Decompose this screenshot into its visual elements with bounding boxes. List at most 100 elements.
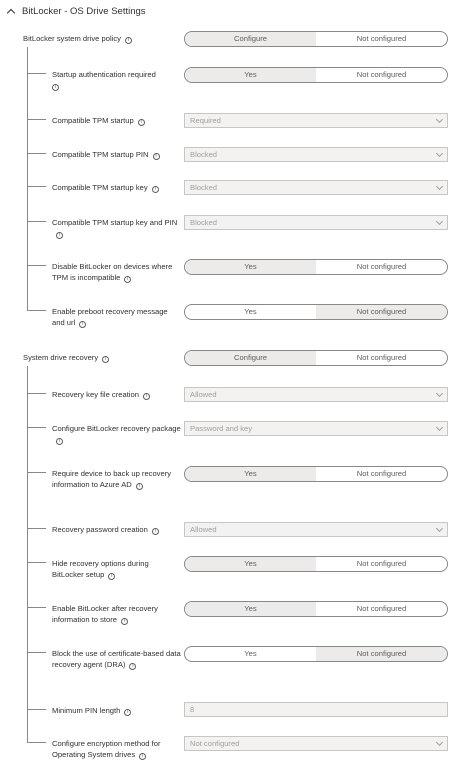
info-icon[interactable]: i [108, 572, 116, 580]
tree-branch-line [27, 153, 46, 154]
toggle-startup-authentication-required[interactable]: Yes Not configured [184, 67, 448, 83]
toggle-block-the-use-of-certificate-based-data-recovery-agent-dra[interactable]: Yes Not configured [184, 646, 448, 662]
tree-connector-line [27, 47, 28, 310]
info-icon[interactable]: i [56, 437, 63, 445]
setting-label-text: Compatible TPM startup PIN [52, 150, 149, 159]
info-icon[interactable]: i [135, 482, 143, 490]
info-icon[interactable]: i [152, 153, 160, 160]
tree-connector-line [27, 366, 28, 742]
tree-branch-line [27, 709, 46, 710]
toggle-option-off[interactable]: Not configured [316, 260, 447, 274]
toggle-option-on[interactable]: Configure [185, 32, 316, 46]
toggle-bitlocker-system-drive-policy[interactable]: Configure Not configured [184, 31, 448, 47]
toggle-option-off[interactable]: Not configured [316, 305, 447, 319]
setting-label-bitlocker-system-drive-policy: BitLocker system drive policy i [23, 34, 173, 45]
info-icon[interactable]: i [142, 393, 150, 400]
dropdown-value: Password and key [190, 424, 253, 433]
toggle-option-on[interactable]: Yes [185, 602, 316, 616]
chevron-down-icon[interactable] [435, 217, 444, 226]
setting-label-text: Enable preboot recovery message and url [52, 307, 168, 327]
info-icon[interactable]: i [129, 662, 137, 670]
section-title: BitLocker - OS Drive Settings [22, 5, 146, 17]
chevron-down-icon[interactable] [435, 423, 444, 432]
setting-label-hide-recovery-options-during-bitlocker-setup: Hide recovery options during BitLocker s… [52, 559, 182, 580]
setting-label-text: Enable BitLocker after recovery informat… [52, 604, 158, 624]
info-icon[interactable]: i [121, 617, 128, 625]
setting-label-text: Compatible TPM startup [52, 116, 134, 125]
tree-branch-line [27, 652, 46, 653]
toggle-option-on[interactable]: Yes [185, 68, 316, 82]
tree-branch-line [27, 73, 46, 74]
chevron-down-icon[interactable] [435, 738, 444, 747]
toggle-option-on[interactable]: Yes [185, 305, 316, 319]
setting-label-text: System drive recovery [23, 353, 99, 362]
toggle-option-off[interactable]: Not configured [316, 32, 447, 46]
setting-label-block-the-use-of-certificate-based-data-recovery-agent-dra: Block the use of certificate-based data … [52, 649, 182, 670]
toggle-option-off[interactable]: Not configured [316, 467, 447, 481]
setting-label-text: Require device to back up recovery infor… [52, 469, 172, 489]
textbox-value: 8 [190, 705, 195, 714]
info-icon[interactable]: i [137, 119, 145, 126]
setting-label-compatible-tpm-startup: Compatible TPM startup i [52, 116, 182, 127]
dropdown-compatible-tpm-startup-pin[interactable]: Blocked [184, 147, 448, 162]
toggle-option-on[interactable]: Configure [185, 351, 316, 365]
setting-label-recovery-password-creation: Recovery password creation i [52, 525, 182, 536]
dropdown-compatible-tpm-startup-key[interactable]: Blocked [184, 180, 448, 195]
info-icon[interactable]: i [124, 37, 132, 44]
info-icon[interactable]: i [52, 83, 59, 91]
toggle-system-drive-recovery[interactable]: Configure Not configured [184, 350, 448, 366]
chevron-down-icon[interactable] [435, 115, 444, 124]
dropdown-recovery-key-file-creation[interactable]: Allowed [184, 387, 448, 402]
tree-branch-line [27, 562, 46, 563]
setting-label-text: Recovery key file creation [52, 390, 139, 399]
toggle-option-off[interactable]: Not configured [316, 351, 447, 365]
info-icon[interactable]: i [139, 752, 147, 760]
setting-label-require-device-to-back-up-recovery-information-to-azure-ad: Require device to back up recovery infor… [52, 469, 182, 490]
dropdown-compatible-tpm-startup-key-and-pin[interactable]: Blocked [184, 215, 448, 230]
toggle-disable-bitlocker-on-devices-where-tpm-is-incompatible[interactable]: Yes Not configured [184, 259, 448, 275]
chevron-down-icon[interactable] [435, 524, 444, 533]
section-header[interactable]: BitLocker - OS Drive Settings [6, 3, 146, 19]
toggle-option-off[interactable]: Not configured [316, 647, 447, 661]
setting-label-text: Startup authentication required [52, 70, 156, 79]
info-icon[interactable]: i [56, 231, 63, 239]
toggle-option-off[interactable]: Not configured [316, 602, 447, 616]
dropdown-recovery-password-creation[interactable]: Allowed [184, 522, 448, 537]
toggle-option-off[interactable]: Not configured [316, 557, 447, 571]
chevron-up-icon[interactable] [6, 6, 16, 16]
toggle-enable-preboot-recovery-message-and-url[interactable]: Yes Not configured [184, 304, 448, 320]
tree-branch-line [27, 310, 46, 311]
setting-label-text: BitLocker system drive policy [23, 34, 121, 43]
toggle-hide-recovery-options-during-bitlocker-setup[interactable]: Yes Not configured [184, 556, 448, 572]
info-icon[interactable]: i [124, 275, 132, 283]
dropdown-compatible-tpm-startup[interactable]: Required [184, 113, 448, 128]
toggle-option-on[interactable]: Yes [185, 557, 316, 571]
toggle-enable-bitlocker-after-recovery-information-to-store[interactable]: Yes Not configured [184, 601, 448, 617]
toggle-option-on[interactable]: Yes [185, 260, 316, 274]
info-icon[interactable]: i [102, 356, 110, 363]
tree-branch-line [27, 528, 46, 529]
dropdown-configure-encryption-method-for-operating-system-drives[interactable]: Not configured [184, 736, 448, 751]
info-icon[interactable]: i [151, 528, 159, 535]
toggle-option-on[interactable]: Yes [185, 467, 316, 481]
chevron-down-icon[interactable] [435, 389, 444, 398]
setting-label-system-drive-recovery: System drive recovery i [23, 353, 173, 364]
toggle-option-on[interactable]: Yes [185, 647, 316, 661]
dropdown-value: Allowed [190, 525, 217, 534]
chevron-down-icon[interactable] [435, 182, 444, 191]
chevron-down-icon[interactable] [435, 149, 444, 158]
setting-label-text: Hide recovery options during BitLocker s… [52, 559, 149, 579]
setting-label-text: Block the use of certificate-based data … [52, 649, 181, 669]
setting-label-compatible-tpm-startup-pin: Compatible TPM startup PIN i [52, 150, 182, 161]
tree-branch-line [27, 221, 46, 222]
tree-branch-line [27, 119, 46, 120]
toggle-require-device-to-back-up-recovery-information-to-azure-ad[interactable]: Yes Not configured [184, 466, 448, 482]
dropdown-configure-bitlocker-recovery-package[interactable]: Password and key [184, 421, 448, 436]
info-icon[interactable]: i [124, 709, 132, 716]
setting-label-text: Compatible TPM startup key [52, 183, 148, 192]
textbox-minimum-pin-length[interactable]: 8 [184, 702, 448, 717]
info-icon[interactable]: i [151, 186, 159, 193]
info-icon[interactable]: i [79, 320, 87, 328]
setting-label-text: Recovery password creation [52, 525, 148, 534]
toggle-option-off[interactable]: Not configured [316, 68, 447, 82]
